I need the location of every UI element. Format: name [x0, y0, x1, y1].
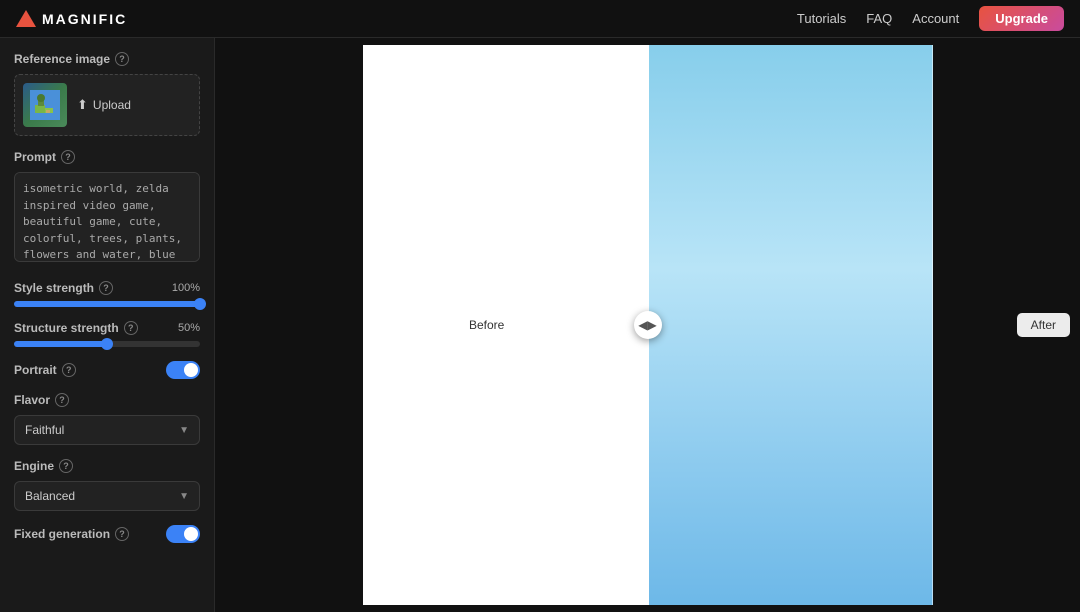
upgrade-button[interactable]: Upgrade	[979, 6, 1064, 31]
flavor-select[interactable]: Faithful ▼	[14, 415, 200, 445]
structure-strength-row: Structure strength ? 50%	[14, 321, 200, 335]
sidebar: Reference image ? ⬆ Upload	[0, 38, 215, 612]
logo-icon	[16, 10, 36, 27]
prompt-help-icon[interactable]: ?	[61, 150, 75, 164]
style-strength-label: Style strength ?	[14, 281, 113, 295]
topnav-links: Tutorials FAQ Account Upgrade	[797, 6, 1064, 31]
flavor-help-icon[interactable]: ?	[55, 393, 69, 407]
upload-button[interactable]: ⬆ Upload	[77, 97, 131, 113]
style-strength-help-icon[interactable]: ?	[99, 281, 113, 295]
structure-strength-value: 50%	[178, 322, 200, 334]
flavor-select-wrap: Faithful ▼	[14, 415, 200, 445]
engine-help-icon[interactable]: ?	[59, 459, 73, 473]
comparison-container: ◀▶	[363, 45, 933, 605]
divider-arrows-icon: ◀▶	[638, 318, 656, 332]
portrait-help-icon[interactable]: ?	[62, 363, 76, 377]
main-layout: Reference image ? ⬆ Upload	[0, 38, 1080, 612]
engine-chevron-icon: ▼	[179, 491, 189, 502]
fixed-generation-help-icon[interactable]: ?	[115, 527, 129, 541]
engine-select-wrap: Balanced ▼	[14, 481, 200, 511]
logo-text: MAGNIFIC	[42, 11, 127, 27]
thumbnail-icon	[30, 90, 60, 120]
style-strength-row: Style strength ? 100%	[14, 281, 200, 295]
style-strength-slider[interactable]	[14, 301, 200, 307]
upload-icon: ⬆	[77, 97, 88, 113]
reference-image-box: ⬆ Upload	[14, 74, 200, 136]
reference-image-help-icon[interactable]: ?	[115, 52, 129, 66]
prompt-input[interactable]: isometric world, zelda inspired video ga…	[14, 172, 200, 262]
reference-thumbnail	[23, 83, 67, 127]
account-link[interactable]: Account	[912, 11, 959, 26]
structure-strength-slider[interactable]	[14, 341, 200, 347]
engine-label: Engine ?	[14, 459, 200, 473]
topnav: MAGNIFIC Tutorials FAQ Account Upgrade	[0, 0, 1080, 38]
fixed-generation-row: Fixed generation ?	[14, 525, 200, 543]
before-button[interactable]: Before	[455, 313, 518, 337]
tutorials-link[interactable]: Tutorials	[797, 11, 846, 26]
fixed-generation-label: Fixed generation ?	[14, 527, 129, 541]
faq-link[interactable]: FAQ	[866, 11, 892, 26]
reference-image-label: Reference image ?	[14, 52, 200, 66]
flavor-label: Flavor ?	[14, 393, 200, 407]
prompt-label: Prompt ?	[14, 150, 200, 164]
divider-handle[interactable]: ◀▶	[634, 311, 662, 339]
portrait-label: Portrait ?	[14, 363, 76, 377]
flavor-chevron-icon: ▼	[179, 425, 189, 436]
structure-strength-help-icon[interactable]: ?	[124, 321, 138, 335]
fixed-generation-toggle[interactable]	[166, 525, 200, 543]
structure-strength-label: Structure strength ?	[14, 321, 138, 335]
content-area: Before After	[215, 38, 1080, 612]
after-button[interactable]: After	[1017, 313, 1070, 337]
style-strength-value: 100%	[172, 282, 200, 294]
engine-select[interactable]: Balanced ▼	[14, 481, 200, 511]
portrait-toggle[interactable]	[166, 361, 200, 379]
logo: MAGNIFIC	[16, 10, 127, 27]
portrait-row: Portrait ?	[14, 361, 200, 379]
